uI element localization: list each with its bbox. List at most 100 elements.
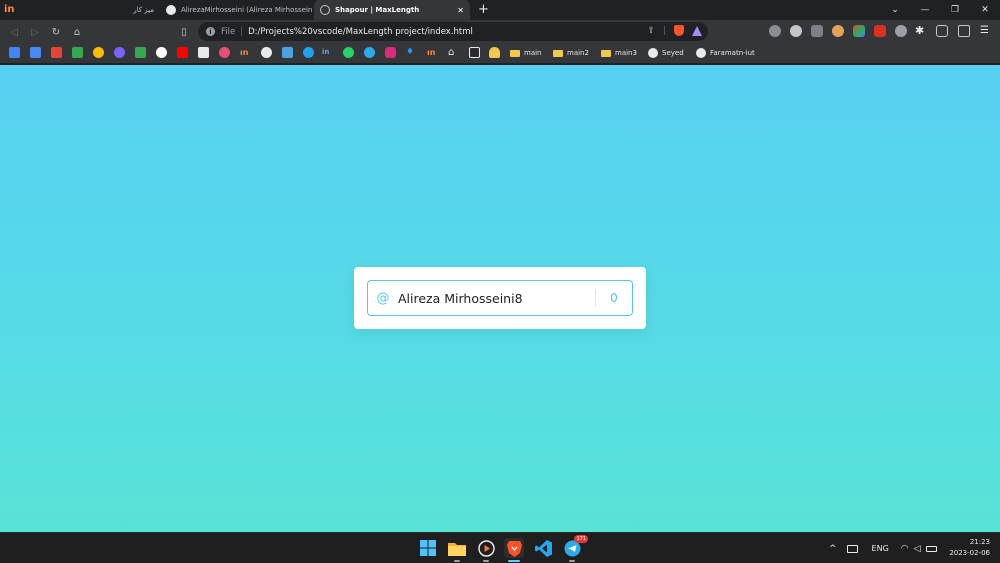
tab-desktop[interactable]: میز کار: [120, 0, 160, 20]
reload-button[interactable]: ↻: [48, 24, 64, 40]
github-icon: [166, 5, 176, 15]
wifi-icon[interactable]: ◠: [901, 544, 909, 554]
bookmark-icon[interactable]: ▯: [176, 24, 192, 40]
url-separator: |: [240, 26, 244, 37]
taskbar-brave-browser[interactable]: [504, 538, 524, 562]
windows-taskbar: 171 ^ ENG ◠ ◁ 21:23 2023-02-06: [0, 532, 1000, 563]
notification-badge: 171: [574, 535, 588, 543]
minimize-button[interactable]: —: [910, 0, 940, 20]
bookmark-discord-icon[interactable]: [114, 47, 125, 58]
tab-github-profile[interactable]: AlirezaMirhosseini (Alireza Mirhosseini): [160, 0, 312, 20]
browser-tab-strip: in میز کار AlirezaMirhosseini (Alireza M…: [0, 0, 1000, 20]
bookmark-chart-icon[interactable]: [469, 47, 480, 58]
extension-m-icon[interactable]: [790, 25, 802, 37]
pinned-tab-invision[interactable]: in: [4, 3, 18, 17]
close-window-button[interactable]: ✕: [970, 0, 1000, 20]
username-input[interactable]: [398, 281, 595, 315]
input-language[interactable]: ENG: [872, 544, 889, 553]
menu-icon[interactable]: ☰: [980, 25, 992, 37]
close-tab-icon[interactable]: ✕: [453, 6, 464, 15]
browser-toolbar: ◁ ▷ ↻ ⌂ ▯ i File | D:/Projects%20vscode/…: [0, 20, 1000, 43]
address-bar-actions: ⇪ |: [647, 25, 702, 36]
taskbar-file-explorer[interactable]: [447, 538, 467, 562]
bookmarks-bar: ın in ♦ ın ⌂ main main2 main3 Seyed Fara…: [0, 43, 1000, 64]
tab-title: میز کار: [133, 6, 154, 14]
wallet-icon[interactable]: [958, 25, 970, 37]
bookmark-twitter-icon[interactable]: ♦: [406, 47, 417, 58]
bookmark-home-icon[interactable]: ⌂: [448, 47, 459, 58]
extension-mail-icon[interactable]: [811, 25, 823, 37]
bookmark-drive-icon[interactable]: [72, 47, 83, 58]
taskbar-media-player[interactable]: [476, 538, 496, 562]
play-icon: [477, 539, 495, 557]
bookmark-invision-icon[interactable]: ın: [240, 47, 251, 58]
taskbar-vscode[interactable]: [533, 538, 553, 558]
separator: |: [662, 25, 666, 36]
bookmark-gmail-icon[interactable]: [51, 47, 62, 58]
start-button[interactable]: [418, 538, 438, 558]
active-indicator: [508, 560, 520, 562]
forward-button[interactable]: ▷: [27, 24, 43, 40]
bookmark-google-icon[interactable]: [156, 47, 167, 58]
brave-rewards-icon[interactable]: [692, 25, 702, 36]
new-tab-button[interactable]: +: [478, 1, 489, 19]
remaining-characters-counter: 0: [610, 291, 618, 305]
tab-title: AlirezaMirhosseini (Alireza Mirhosseini): [181, 6, 312, 14]
bookmark-telegram-icon[interactable]: [364, 47, 375, 58]
bookmark-label: main2: [567, 49, 589, 57]
vscode-icon: [534, 539, 552, 557]
folder-icon: [553, 49, 563, 57]
info-icon[interactable]: i: [206, 27, 215, 36]
url-text[interactable]: D:/Projects%20vscode/MaxLength project/i…: [248, 27, 473, 37]
bookmark-docs-icon[interactable]: [30, 47, 41, 58]
bookmark-mail-icon[interactable]: [282, 47, 293, 58]
home-button[interactable]: ⌂: [69, 24, 85, 40]
bookmark-dribbble-icon[interactable]: [219, 47, 230, 58]
keyboard-icon[interactable]: [846, 544, 858, 553]
share-icon[interactable]: ⇪: [647, 26, 655, 36]
input-card: @ 0: [354, 267, 646, 329]
github-icon: [648, 48, 658, 58]
back-button[interactable]: ◁: [6, 24, 22, 40]
extension-colorzilla-icon[interactable]: [853, 25, 865, 37]
folder-icon: [601, 49, 611, 57]
extension-cloud-icon[interactable]: [769, 25, 781, 37]
bookmark-whatsapp-icon[interactable]: [343, 47, 354, 58]
tab-search-button[interactable]: ⌄: [880, 0, 910, 20]
show-hidden-icons-chevron[interactable]: ^: [829, 544, 837, 554]
bookmark-linkedin-icon[interactable]: in: [322, 47, 333, 58]
bookmark-instagram-icon[interactable]: [385, 47, 396, 58]
bookmark-folder-main2[interactable]: main2: [553, 46, 589, 60]
bookmark-seyed[interactable]: Seyed: [648, 46, 684, 60]
taskbar-telegram[interactable]: 171: [562, 535, 588, 562]
tab-maxlength-active[interactable]: Shapour | MaxLength ✕: [314, 0, 470, 20]
bookmark-hand-icon[interactable]: [489, 47, 500, 58]
bookmark-youtube-icon[interactable]: [177, 47, 188, 58]
sidebar-icon[interactable]: [936, 25, 948, 37]
bookmark-label: Seyed: [662, 49, 684, 57]
volume-icon[interactable]: ◁: [914, 544, 921, 554]
system-clock[interactable]: 21:23 2023-02-06: [949, 537, 990, 559]
bookmark-invision-icon[interactable]: ın: [427, 47, 438, 58]
restore-button[interactable]: ❐: [940, 0, 970, 20]
address-bar[interactable]: i File | D:/Projects%20vscode/MaxLength …: [198, 22, 708, 41]
bookmark-apps-icon[interactable]: [9, 47, 20, 58]
brave-shields-icon[interactable]: [674, 25, 684, 36]
globe-icon: [320, 5, 330, 15]
bookmark-qr-icon[interactable]: [198, 47, 209, 58]
bookmark-circle-icon[interactable]: [303, 47, 314, 58]
bookmark-folder-main3[interactable]: main3: [601, 46, 637, 60]
bookmark-github-icon[interactable]: [261, 47, 272, 58]
bookmark-shield-icon[interactable]: [93, 47, 104, 58]
bookmark-faramatn[interactable]: Faramatn-iut: [696, 46, 755, 60]
battery-icon[interactable]: [925, 545, 937, 552]
extensions-puzzle-icon[interactable]: ✱: [915, 25, 927, 37]
extension-react-icon[interactable]: [895, 25, 907, 37]
folder-icon: [448, 542, 466, 556]
extension-youtube-icon[interactable]: [874, 25, 886, 37]
bookmark-folder-main[interactable]: main: [510, 46, 542, 60]
github-icon: [696, 48, 706, 58]
extension-cookie-icon[interactable]: [832, 25, 844, 37]
running-indicator: [483, 560, 489, 562]
bookmark-check-icon[interactable]: [135, 47, 146, 58]
